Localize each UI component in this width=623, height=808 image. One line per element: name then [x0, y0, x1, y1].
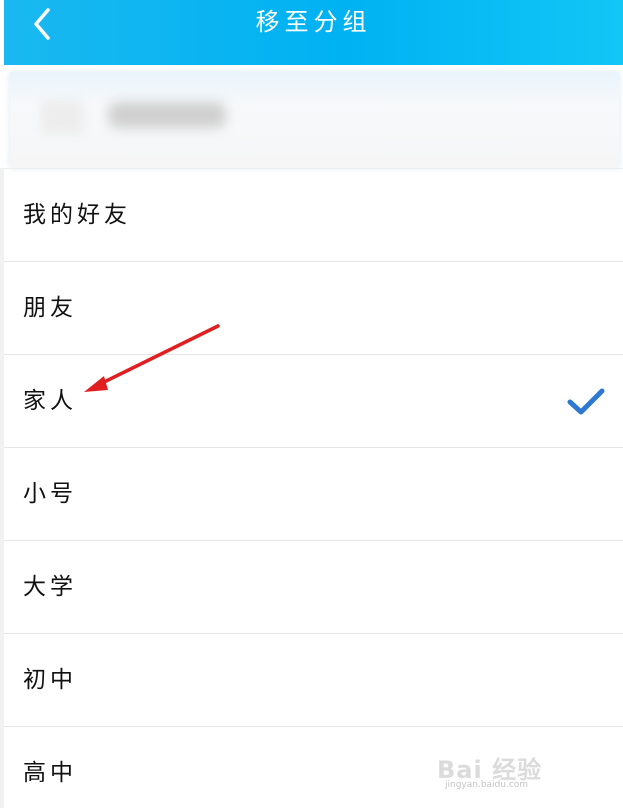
- group-label: 大学: [23, 574, 77, 600]
- group-label: 家人: [23, 388, 77, 414]
- group-item-gaozhong[interactable]: 高中: [4, 727, 623, 808]
- group-list: 我的好友 朋友 家人 小号 大学 初中 高中: [4, 168, 623, 808]
- group-item-pengyou[interactable]: 朋友: [4, 262, 623, 355]
- checkmark-icon: [567, 388, 605, 415]
- page-title: 移至分组: [255, 8, 372, 36]
- contact-name-blurred: [108, 102, 226, 128]
- group-label: 我的好友: [23, 202, 131, 228]
- header-bar: 移至分组: [4, 0, 623, 65]
- group-item-daxue[interactable]: 大学: [4, 541, 623, 634]
- group-label: 高中: [23, 760, 77, 786]
- avatar: [40, 100, 84, 134]
- group-label: 初中: [23, 667, 77, 693]
- contact-card: [10, 72, 619, 168]
- group-item-jiaren[interactable]: 家人: [4, 355, 623, 448]
- move-to-group-screen: 移至分组 我的好友 朋友 家人 小号 大学 初中 高中 Bai 经验 jingy…: [0, 0, 623, 808]
- group-label: 朋友: [23, 295, 77, 321]
- group-label: 小号: [23, 481, 77, 507]
- group-item-wodehaoyou[interactable]: 我的好友: [4, 168, 623, 262]
- group-item-xiaohao[interactable]: 小号: [4, 448, 623, 541]
- group-item-chuzhong[interactable]: 初中: [4, 634, 623, 727]
